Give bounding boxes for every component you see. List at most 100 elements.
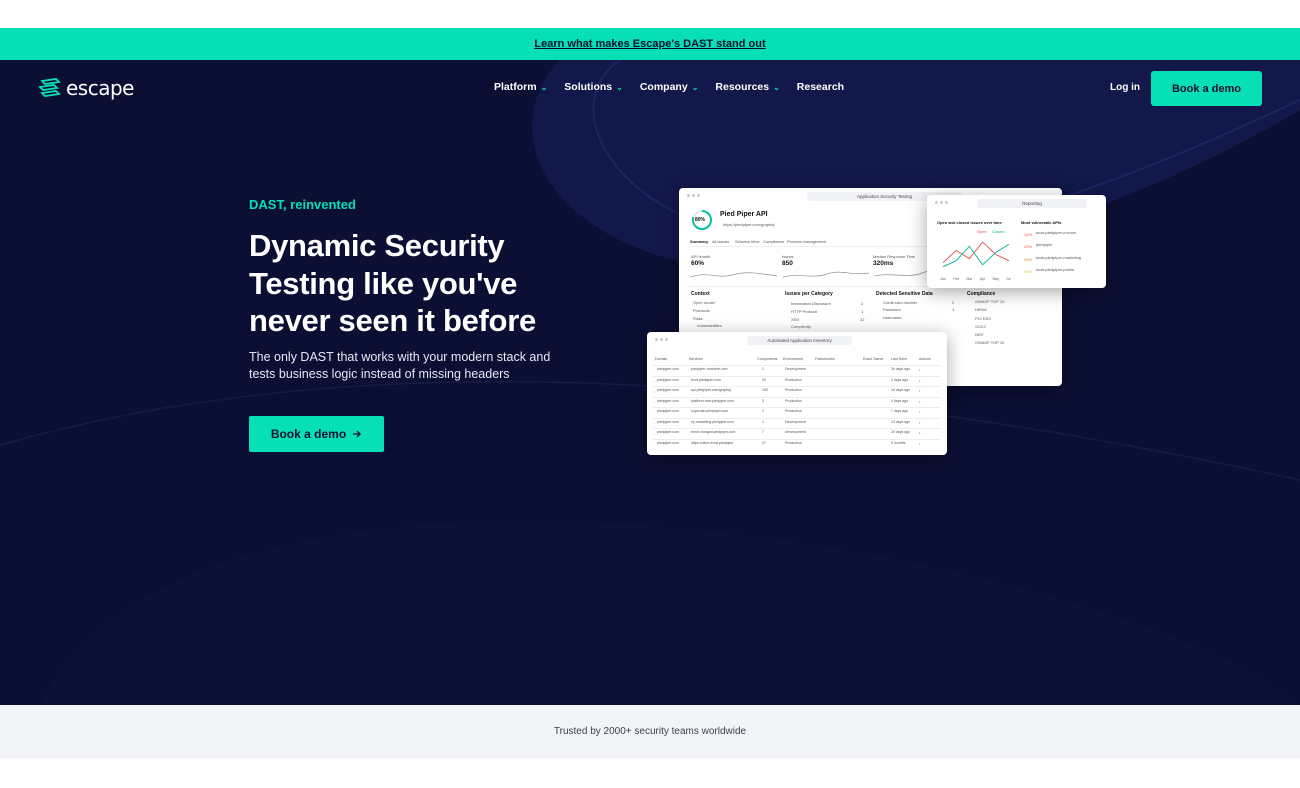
category-count: 12: [860, 317, 865, 322]
tab-schema-view[interactable]: Schema View: [735, 239, 759, 244]
announcement-link[interactable]: Learn what makes Escape's DAST stand out: [534, 38, 765, 50]
inventory-card: Automated Application Inventory Domain Se…: [647, 332, 947, 455]
metric-label: Issues: [782, 254, 794, 259]
inventory-cell-env: Development: [785, 430, 806, 434]
row-action-dot[interactable]: •: [919, 409, 920, 414]
hero-headline: Dynamic Security Testing like you've nev…: [249, 228, 536, 338]
logo[interactable]: escape: [38, 76, 134, 100]
inventory-cell-seen: 7 days ago: [891, 409, 909, 413]
chevron-down-icon: ⌄: [773, 82, 780, 92]
issues-line-chart: Jan Feb Mar Apr May Jun: [940, 241, 1011, 281]
inventory-cell-seen: 2 days ago: [891, 377, 909, 382]
row-action-dot[interactable]: •: [919, 420, 920, 425]
nav-item-platform[interactable]: Platform ⌄: [494, 81, 547, 93]
chevron-down-icon: ⌄: [540, 82, 548, 92]
inventory-cell-components: 1: [762, 419, 764, 424]
inventory-column-header: Environment: [783, 357, 804, 361]
inventory-cell-seen: 4 days ago: [891, 398, 909, 403]
chevron-down-icon: ⌄: [691, 82, 699, 92]
inventory-cell-domain: piedpiper.com: [657, 430, 679, 434]
inventory-cell-env: Production: [785, 440, 802, 445]
compliance-item: OWASP TOP 10: [975, 299, 1005, 304]
sensitive-count: 1: [952, 307, 955, 312]
inventory-cell-components: 27: [762, 440, 766, 445]
inventory-cell-service: platform-new.piedpiper.com: [691, 398, 734, 403]
api-score: 23%: [1024, 244, 1033, 249]
section-context: Context: [691, 291, 710, 297]
category-count: 2: [861, 301, 864, 306]
window-dots: [935, 201, 948, 204]
hero-eyebrow: DAST, reinvented: [249, 197, 356, 212]
reporting-chart-title: Open and closed issues over time: [937, 220, 1002, 225]
inventory-cell-components: 2: [762, 409, 764, 413]
legend-closed: Closed: [992, 229, 1005, 234]
row-action-dot[interactable]: •: [919, 367, 920, 372]
row-action-dot[interactable]: •: [919, 430, 920, 435]
nav-item-company[interactable]: Company ⌄: [640, 81, 699, 93]
x-tick-label: May: [992, 277, 999, 281]
inventory-cell-domain: piedpiper.com: [657, 440, 679, 445]
metric-label: Median Response Time: [873, 254, 916, 259]
tab-all-issues[interactable]: All Issues: [712, 239, 729, 244]
x-tick-label: Feb: [953, 277, 959, 281]
inventory-cell-domain: piedpiper.com: [657, 367, 679, 371]
top-navigation: escape Platform ⌄ Solutions ⌄ Company ⌄ …: [0, 60, 1300, 116]
inventory-cell-components: 29: [762, 377, 766, 382]
nav-item-research[interactable]: Research: [797, 81, 844, 93]
category-label: Information Disclosure: [791, 301, 831, 306]
inventory-cell-components: 7: [762, 430, 764, 434]
context-item: Vulnerabilities: [697, 323, 722, 328]
category-label: Complexity: [791, 324, 811, 329]
section-categories: Issues per Category: [785, 291, 833, 297]
row-action-dot[interactable]: •: [919, 399, 920, 404]
api-score: 12%: [1024, 232, 1033, 237]
logo-text: escape: [66, 76, 134, 100]
chevron-down-icon: ⌄: [616, 82, 623, 92]
x-tick-label: Jun: [1006, 277, 1011, 281]
nav-item-label: Company: [639, 81, 688, 93]
row-action-dot[interactable]: •: [919, 441, 920, 446]
inventory-column-header: Components: [757, 357, 778, 361]
compliance-item: NIST: [975, 332, 985, 337]
inventory-cell-env: Production: [785, 409, 802, 413]
metric-label: API Health: [691, 254, 711, 259]
tab-process[interactable]: Process management: [787, 239, 826, 244]
top-gap: [0, 0, 1300, 28]
window-dots: [655, 338, 668, 341]
main-menu: Platform ⌄ Solutions ⌄ Company ⌄ Resourc…: [494, 81, 861, 93]
sensitive-label: Password: [883, 307, 901, 312]
category-count: 1: [861, 309, 864, 314]
compliance-item: OWASP TOP 10: [975, 340, 1005, 345]
row-action-dot[interactable]: •: [919, 378, 920, 383]
inventory-cell-domain: piedpiper.com: [657, 398, 679, 403]
inventory-cell-components: 3: [762, 398, 764, 403]
inventory-cell-domain: piedpiper.com: [657, 409, 679, 413]
compliance-item: SOC2: [975, 324, 986, 329]
sensitive-label: Username: [883, 315, 902, 320]
metric-value: 850: [782, 260, 793, 267]
trust-bar: Trusted by 2000+ security teams worldwid…: [0, 705, 1300, 758]
inventory-title: Automated Application Inventory: [747, 336, 852, 345]
tab-summary[interactable]: Summary: [690, 239, 708, 244]
context-item: Protocols: [693, 308, 710, 313]
inventory-column-header: Exact Owner: [863, 357, 884, 361]
legend-open: Open: [977, 229, 987, 234]
compliance-item: HIPAA: [975, 307, 987, 312]
login-link[interactable]: Log in: [1110, 82, 1140, 93]
apis-title: Most vulnerable APIs: [1021, 220, 1062, 225]
nav-item-label: Resources: [715, 81, 770, 93]
api-name: tools.piedpiper-profile: [1036, 267, 1075, 272]
hero-book-demo-button[interactable]: Book a demo: [249, 416, 384, 452]
nav-item-resources[interactable]: Resources ⌄: [715, 81, 779, 93]
row-action-dot[interactable]: •: [919, 388, 920, 393]
app-url: https://piedpiper.com/graphql: [723, 222, 775, 227]
tab-compliance[interactable]: Compliance: [763, 239, 784, 244]
inventory-column-header: Services: [689, 357, 703, 361]
inventory-column-header: Frameworks: [815, 357, 835, 361]
x-tick-label: Jan: [940, 277, 946, 281]
book-demo-button[interactable]: Book a demo: [1151, 71, 1262, 106]
inventory-cell-seen: 5 months: [891, 440, 906, 445]
inventory-cell-env: Production: [785, 388, 802, 392]
nav-item-solutions[interactable]: Solutions ⌄: [564, 81, 623, 93]
metric-value: 320ms: [873, 260, 894, 267]
